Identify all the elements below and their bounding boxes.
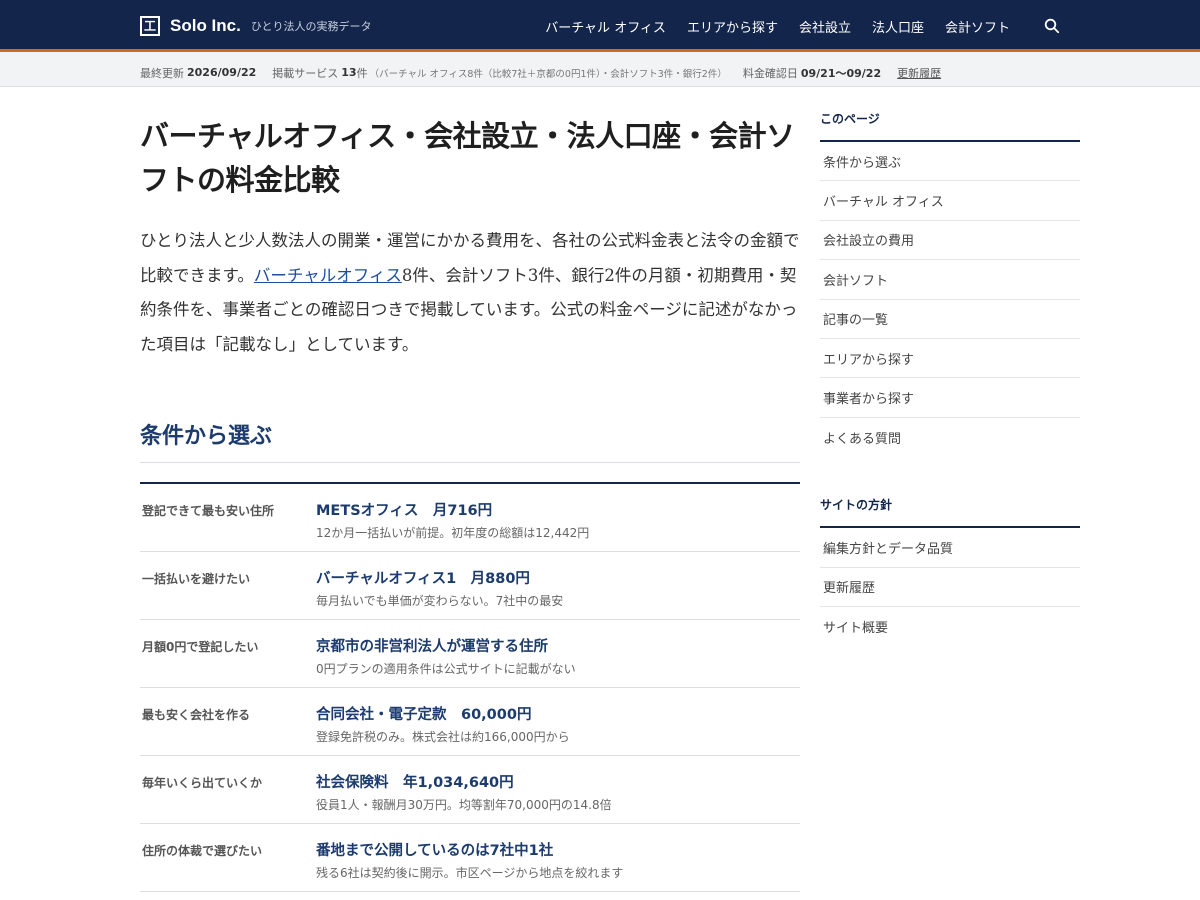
condition-value: バーチャルオフィス1 月880円 毎月払いでも単価が変わらない。7社中の最安	[316, 552, 800, 619]
condition-value: 社会保険料 年1,034,640円 役員1人・報酬月30万円。均等割年70,00…	[316, 756, 800, 823]
update-history-link[interactable]: 更新履歴	[897, 65, 941, 81]
updated-value: 2026/09/22	[187, 66, 257, 79]
site-name: Solo Inc.	[170, 16, 241, 35]
site-header: 工 Solo Inc. ひとり法人の実務データ バーチャル オフィス エリアから…	[0, 0, 1200, 52]
updated-label: 最終更新	[140, 66, 184, 80]
condition-label: 月額0円で登記したい	[142, 640, 259, 654]
sidebar-item-editorial-policy[interactable]: 編集方針とデータ品質	[820, 528, 1080, 568]
condition-value: 合同会社・電子定款 60,000円 登録免許税のみ。株式会社は約166,000円…	[316, 688, 800, 755]
condition-note: 0円プランの適用条件は公式サイトに記載がない	[316, 662, 576, 676]
condition-answer-link[interactable]: 京都市の非営利法人が運営する住所	[316, 635, 800, 656]
condition-value: 京都市の非営利法人が運営する住所 0円プランの適用条件は公式サイトに記載がない	[316, 620, 800, 687]
sidebar-item-site-overview[interactable]: サイト概要	[820, 607, 1080, 646]
nav-item-company-setup[interactable]: 会社設立	[799, 17, 851, 36]
services-detail: （バーチャル オフィス8件（比較7社＋京都の0円1件）・会計ソフト3件・銀行2件…	[369, 68, 727, 80]
sidebar-item-faq[interactable]: よくある質問	[820, 418, 1080, 457]
logo-mark-icon: 工	[140, 16, 160, 36]
search-icon[interactable]	[1044, 18, 1060, 34]
site-logo[interactable]: 工 Solo Inc. ひとり法人の実務データ	[140, 16, 372, 36]
main-nav: バーチャル オフィス エリアから探す 会社設立 法人口座 会計ソフト	[524, 17, 1060, 36]
table-row: 登記できて最も安い住所 METSオフィス 月716円 12か月一括払いが前提。初…	[140, 484, 800, 552]
condition-value: METSオフィス 月716円 12か月一括払いが前提。初年度の総額は12,442…	[316, 484, 800, 551]
nav-item-area[interactable]: エリアから探す	[687, 17, 778, 36]
conditions-table: 登記できて最も安い住所 METSオフィス 月716円 12か月一括払いが前提。初…	[140, 482, 800, 892]
table-row: 毎年いくら出ていくか 社会保険料 年1,034,640円 役員1人・報酬月30万…	[140, 756, 800, 824]
condition-note: 役員1人・報酬月30万円。均等割年70,000円の14.8倍	[316, 798, 612, 812]
price-check-label: 料金確認日	[742, 66, 798, 80]
sidebar-item-update-history[interactable]: 更新履歴	[820, 568, 1080, 607]
sidebar-item-conditions[interactable]: 条件から選ぶ	[820, 142, 1080, 182]
condition-label: 住所の体裁で選びたい	[142, 844, 263, 858]
table-row: 最も安く会社を作る 合同会社・電子定款 60,000円 登録免許税のみ。株式会社…	[140, 688, 800, 756]
site-tagline: ひとり法人の実務データ	[250, 20, 372, 33]
sidebar-item-area[interactable]: エリアから探す	[820, 339, 1080, 379]
condition-label: 毎年いくら出ていくか	[142, 776, 263, 790]
nav-item-corporate-account[interactable]: 法人口座	[872, 17, 924, 36]
sidebar-item-providers[interactable]: 事業者から探す	[820, 378, 1080, 418]
services-count: 13	[341, 66, 357, 79]
sidebar-item-articles[interactable]: 記事の一覧	[820, 300, 1080, 339]
services-unit: 件	[356, 66, 368, 80]
condition-answer-link[interactable]: METSオフィス 月716円	[316, 499, 800, 520]
sidebar-heading-this-page: このページ	[820, 90, 1080, 142]
sidebar-policy-group: サイトの方針 編集方針とデータ品質 更新履歴 サイト概要	[820, 476, 1080, 646]
condition-label: 最も安く会社を作る	[142, 708, 251, 722]
condition-note: 残る6社は契約後に開示。市区ページから地点を絞れます	[316, 866, 624, 880]
table-row: 月額0円で登記したい 京都市の非営利法人が運営する住所 0円プランの適用条件は公…	[140, 620, 800, 688]
condition-label: 一括払いを避けたい	[142, 572, 251, 586]
sidebar-item-setup-cost[interactable]: 会社設立の費用	[820, 221, 1080, 261]
status-bar-content: 最終更新 2026/09/22 掲載サービス 13 件（バーチャル オフィス8件（比較…	[140, 55, 941, 90]
condition-note: 12か月一括払いが前提。初年度の総額は12,442円	[316, 526, 590, 540]
sidebar-heading-policy: サイトの方針	[820, 476, 1080, 529]
sidebar: このページ 条件から選ぶ バーチャル オフィス 会社設立の費用 会計ソフト 記事…	[820, 90, 1080, 646]
condition-label: 登記できて最も安い住所	[142, 504, 275, 518]
nav-item-accounting-software[interactable]: 会計ソフト	[945, 17, 1010, 36]
condition-answer-link[interactable]: 社会保険料 年1,034,640円	[316, 771, 800, 792]
nav-item-virtual-office[interactable]: バーチャル オフィス	[545, 17, 666, 36]
table-row: 住所の体裁で選びたい 番地まで公開しているのは7社中1社 残る6社は契約後に開示…	[140, 824, 800, 892]
condition-note: 毎月払いでも単価が変わらない。7社中の最安	[316, 594, 564, 608]
virtual-office-link[interactable]: バーチャルオフィス	[254, 266, 402, 285]
price-check-value: 09/21〜09/22	[800, 66, 882, 80]
condition-answer-link[interactable]: 番地まで公開しているのは7社中1社	[316, 839, 800, 860]
condition-value: 番地まで公開しているのは7社中1社 残る6社は契約後に開示。市区ページから地点を…	[316, 824, 800, 891]
header-inner: 工 Solo Inc. ひとり法人の実務データ バーチャル オフィス エリアから…	[140, 0, 1060, 52]
condition-answer-link[interactable]: バーチャルオフィス1 月880円	[316, 567, 800, 588]
page-title: バーチャルオフィス・会社設立・法人口座・会計ソフトの料金比較	[140, 119, 795, 197]
table-row: 一括払いを避けたい バーチャルオフィス1 月880円 毎月払いでも単価が変わらな…	[140, 552, 800, 620]
condition-note: 登録免許税のみ。株式会社は約166,000円から	[316, 730, 570, 744]
services-label: 掲載サービス	[272, 66, 339, 80]
condition-answer-link[interactable]: 合同会社・電子定款 60,000円	[316, 703, 800, 724]
main-content: バーチャルオフィス・会社設立・法人口座・会計ソフトの料金比較 ひとり法人と少人数…	[140, 90, 800, 892]
sidebar-item-virtual-office[interactable]: バーチャル オフィス	[820, 181, 1080, 221]
intro-paragraph: ひとり法人と少人数法人の開業・運営にかかる費用を、各社の公式料金表と法令の金額で…	[140, 224, 800, 362]
sidebar-item-accounting-software[interactable]: 会計ソフト	[820, 260, 1080, 300]
section-title-conditions: 条件から選ぶ	[140, 418, 800, 463]
